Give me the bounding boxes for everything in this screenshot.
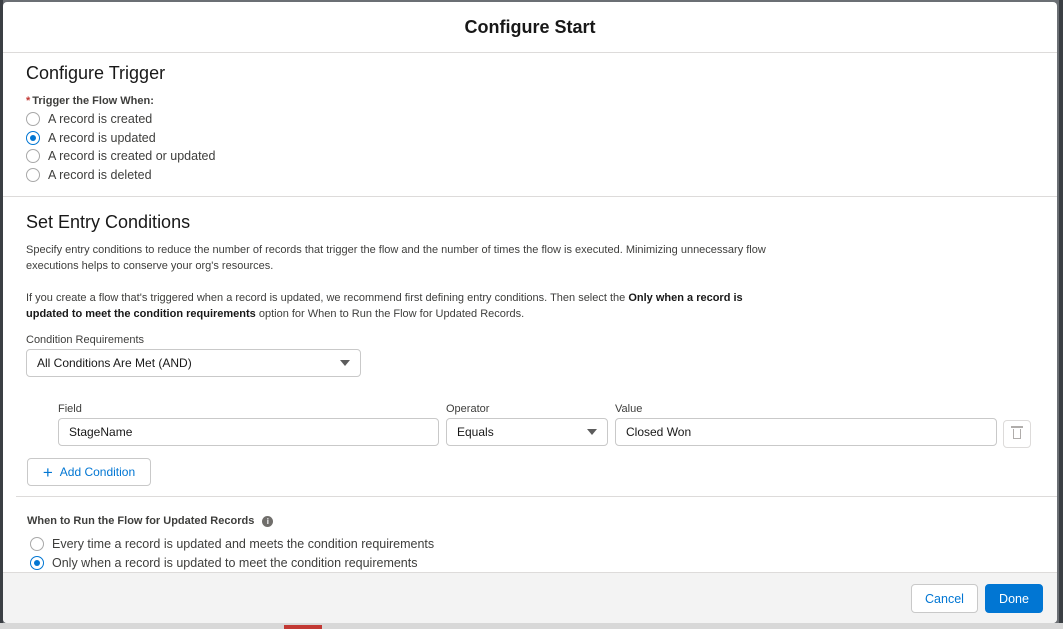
add-condition-button[interactable]: + Add Condition [27,458,151,486]
section-divider [16,496,1057,497]
when-to-run-radio-group: Every time a record is updated and meets… [30,534,434,572]
field-label: Field [58,403,82,415]
configure-trigger-title: Configure Trigger [26,63,166,83]
configure-start-modal: Configure Start Configure Trigger * Trigg… [3,2,1057,623]
value-input-value: Closed Won [626,425,692,439]
trigger-option-label: A record is updated [48,130,156,145]
condition-requirements-label: Condition Requirements [26,334,145,346]
trigger-option-created-or-updated[interactable]: A record is created or updated [26,147,1034,166]
entry-conditions-description: Specify entry conditions to reduce the n… [26,244,766,272]
info-icon[interactable]: i [262,515,274,527]
operator-value: Equals [457,425,494,439]
entry-conditions-title: Set Entry Conditions [26,212,191,232]
when-option-label: Only when a record is updated to meet th… [52,555,418,570]
caret-down-icon [340,360,350,366]
radio-button[interactable] [26,167,40,182]
radio-button-checked[interactable] [26,130,40,145]
value-column: Value Closed Won [615,403,997,446]
cancel-button[interactable]: Cancel [911,584,978,613]
modal-title: Configure Start [464,16,596,37]
condition-requirements-select[interactable]: All Conditions Are Met (AND) [26,349,361,377]
trigger-option-label: A record is created [48,112,153,127]
add-condition-label: Add Condition [59,465,136,479]
modal-body[interactable]: Configure Trigger * Trigger the Flow When… [3,54,1057,572]
trigger-option-created[interactable]: A record is created [26,110,1034,129]
trigger-when-label-text: Trigger the Flow When: [32,95,154,107]
trigger-when-label: * Trigger the Flow When: [26,95,1034,107]
plus-icon: + [42,462,53,482]
recommendation-text-end: option for When to Run the Flow for Upda… [255,308,525,320]
operator-column: Operator Equals [446,403,608,446]
when-to-run-title: When to Run the Flow for Updated Records… [27,515,274,527]
value-label: Value [615,403,643,415]
radio-button[interactable] [26,112,40,127]
when-to-run-title-text: When to Run the Flow for Updated Records [27,515,255,527]
entry-conditions-recommendation: If you create a flow that's triggered wh… [26,290,786,322]
radio-button-checked[interactable] [30,555,44,570]
backdrop-element [284,625,322,629]
trigger-radio-group: A record is created A record is updated … [26,110,1034,184]
backdrop [0,623,1063,629]
trigger-option-label: A record is created or updated [48,149,216,164]
done-button[interactable]: Done [985,584,1043,613]
when-option-label: Every time a record is updated and meets… [52,536,435,551]
when-option-only-when[interactable]: Only when a record is updated to meet th… [30,553,434,572]
recommendation-text: If you create a flow that's triggered wh… [26,292,629,304]
field-input[interactable]: StageName [58,418,439,446]
condition-requirements-value: All Conditions Are Met (AND) [37,356,192,370]
backdrop [1059,0,1063,629]
delete-condition-button[interactable] [1003,420,1031,448]
caret-down-icon [587,429,597,435]
operator-select[interactable]: Equals [446,418,608,446]
configure-trigger-section: Configure Trigger * Trigger the Flow When… [3,54,1057,197]
trash-icon [1011,426,1023,439]
trigger-option-updated[interactable]: A record is updated [26,129,1034,148]
operator-label: Operator [446,403,490,415]
radio-button[interactable] [26,149,40,164]
value-input[interactable]: Closed Won [615,418,997,446]
trigger-option-deleted[interactable]: A record is deleted [26,166,1034,185]
field-input-value: StageName [69,425,133,439]
trigger-option-label: A record is deleted [48,167,152,182]
entry-conditions-section: Set Entry Conditions Specify entry condi… [3,197,1057,377]
modal-footer: Cancel Done [3,572,1057,623]
required-indicator: * [26,95,31,107]
radio-button[interactable] [30,536,44,551]
field-column: Field StageName [58,403,439,446]
when-option-every-time[interactable]: Every time a record is updated and meets… [30,534,434,553]
modal-header: Configure Start [3,2,1057,53]
